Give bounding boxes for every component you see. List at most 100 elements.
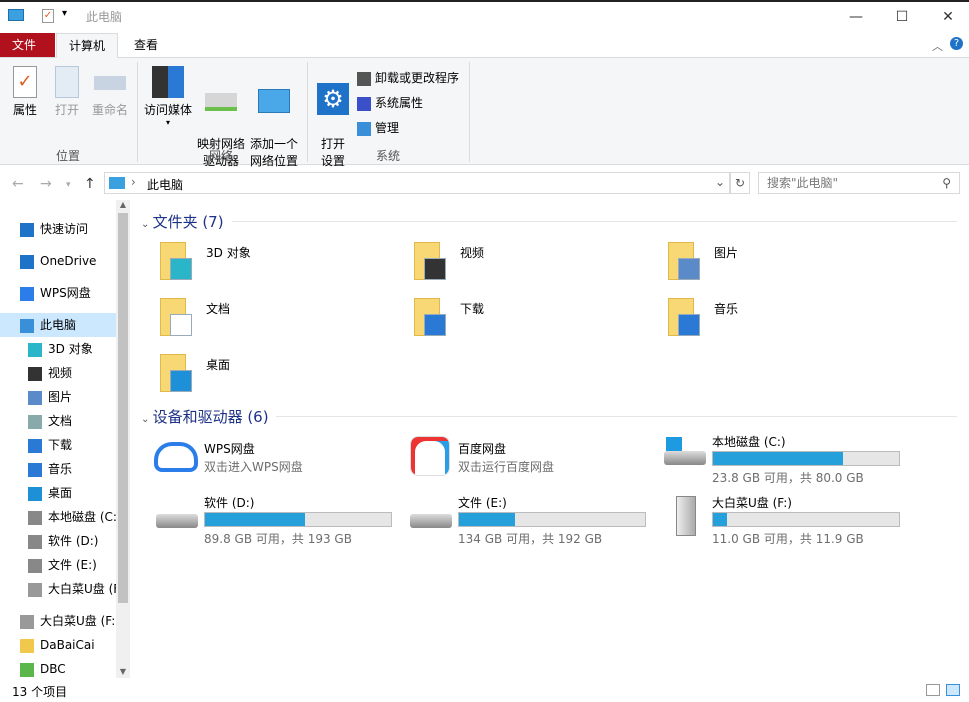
sidebar-item-icon bbox=[28, 463, 42, 477]
sidebar-item[interactable]: 下载 bbox=[0, 433, 116, 457]
folder-item[interactable]: 文档 bbox=[158, 296, 398, 346]
folder-label: 下载 bbox=[460, 300, 484, 317]
uninstall-label: 卸载或更改程序 bbox=[375, 71, 459, 85]
open-label: 打开 bbox=[50, 102, 84, 119]
sidebar-item-label: 图片 bbox=[48, 390, 72, 404]
sidebar-item-icon bbox=[28, 415, 42, 429]
search-input[interactable]: 搜索"此电脑"⚲ bbox=[758, 172, 960, 194]
folder-item[interactable]: 下载 bbox=[412, 296, 652, 346]
drive-item[interactable]: 大白菜U盘 (F:)11.0 GB 可用，共 11.9 GB bbox=[660, 494, 910, 544]
sidebar-scrollbar[interactable]: ▲ ▼ bbox=[116, 200, 130, 678]
group-label-network: 网络 bbox=[209, 147, 233, 164]
recent-locations-dropdown[interactable]: ▾ bbox=[66, 180, 71, 190]
sidebar-item[interactable]: 桌面 bbox=[0, 481, 116, 505]
sidebar-item[interactable]: 视频 bbox=[0, 361, 116, 385]
drive-usage-bar bbox=[458, 512, 646, 527]
manage-button[interactable]: 管理 bbox=[357, 119, 399, 136]
wps-cloud-icon bbox=[154, 442, 198, 472]
refresh-button[interactable]: ↻ bbox=[730, 172, 750, 194]
folders-section-header[interactable]: ⌄ 文件夹 (7) bbox=[141, 211, 224, 232]
sidebar-item-label: 文档 bbox=[48, 414, 72, 428]
sidebar-item-label: DaBaiCai bbox=[40, 638, 95, 652]
sidebar-item[interactable]: 大白菜U盘 (F:) bbox=[0, 577, 116, 601]
open-settings-button[interactable]: ⚙ 打开 设置 bbox=[316, 66, 350, 170]
tab-file[interactable]: 文件 bbox=[0, 33, 55, 57]
sidebar-item[interactable]: 此电脑 bbox=[0, 313, 116, 337]
window-title: 此电脑 bbox=[86, 2, 122, 32]
rename-icon bbox=[94, 76, 126, 90]
settings-gear-icon: ⚙ bbox=[317, 83, 349, 115]
properties-qat-icon[interactable]: ✓ bbox=[42, 9, 54, 23]
folder-icon bbox=[158, 240, 194, 284]
close-button[interactable]: ✕ bbox=[925, 2, 969, 32]
sidebar-item[interactable]: 图片 bbox=[0, 385, 116, 409]
sidebar-item[interactable]: 3D 对象 bbox=[0, 337, 116, 361]
drive-name: 软件 (D:) bbox=[204, 494, 254, 511]
folder-label: 音乐 bbox=[714, 300, 738, 317]
add-network-location-label: 添加一个 网络位置 bbox=[248, 136, 300, 170]
drive-item[interactable]: 本地磁盘 (C:)23.8 GB 可用，共 80.0 GB bbox=[660, 433, 910, 483]
drive-item[interactable]: 百度网盘双击运行百度网盘 bbox=[406, 440, 656, 490]
folder-icon bbox=[412, 296, 448, 340]
tab-view[interactable]: 查看 bbox=[122, 33, 170, 57]
uninstall-program-button[interactable]: 卸载或更改程序 bbox=[357, 69, 459, 86]
maximize-button[interactable]: ☐ bbox=[879, 2, 925, 32]
sidebar-item[interactable]: DBC bbox=[0, 657, 116, 678]
drive-item[interactable]: 文件 (E:)134 GB 可用，共 192 GB bbox=[406, 494, 656, 544]
scrollbar-thumb[interactable] bbox=[118, 213, 128, 603]
sidebar-item-icon bbox=[20, 615, 34, 629]
large-icons-view-button[interactable] bbox=[946, 684, 960, 696]
sidebar-item-label: OneDrive bbox=[40, 254, 96, 268]
folder-item[interactable]: 3D 对象 bbox=[158, 240, 398, 290]
drive-item[interactable]: 软件 (D:)89.8 GB 可用，共 193 GB bbox=[152, 494, 402, 544]
sidebar-item-label: 音乐 bbox=[48, 462, 72, 476]
sidebar-item-icon bbox=[28, 487, 42, 501]
hard-drive-icon bbox=[664, 451, 706, 465]
details-view-button[interactable] bbox=[926, 684, 940, 696]
help-icon[interactable]: ? bbox=[950, 37, 963, 50]
address-bar[interactable]: › 此电脑 ⌄ bbox=[104, 172, 730, 194]
tab-computer[interactable]: 计算机 bbox=[56, 33, 118, 58]
folder-item[interactable]: 图片 bbox=[666, 240, 906, 290]
group-label-location: 位置 bbox=[56, 147, 80, 164]
sidebar-item-label: 此电脑 bbox=[40, 318, 76, 332]
qat-dropdown-icon[interactable]: ▾ bbox=[62, 8, 67, 19]
properties-button[interactable]: ✓ 属性 bbox=[8, 66, 42, 119]
sidebar-item[interactable]: 音乐 bbox=[0, 457, 116, 481]
minimize-button[interactable]: — bbox=[833, 2, 879, 32]
folder-item[interactable]: 视频 bbox=[412, 240, 652, 290]
sidebar-item[interactable]: OneDrive bbox=[0, 249, 116, 273]
uninstall-icon bbox=[357, 72, 371, 86]
open-button[interactable]: 打开 bbox=[50, 66, 84, 119]
network-location-icon bbox=[258, 89, 290, 113]
up-button[interactable]: ↑ bbox=[84, 176, 96, 192]
drives-header-label: 设备和驱动器 (6) bbox=[153, 408, 269, 426]
sidebar-item[interactable]: 文件 (E:) bbox=[0, 553, 116, 577]
back-button[interactable]: ← bbox=[12, 176, 24, 192]
sidebar-item[interactable]: 大白菜U盘 (F:) bbox=[0, 609, 116, 633]
system-properties-button[interactable]: 系统属性 bbox=[357, 94, 423, 111]
forward-button[interactable]: → bbox=[40, 176, 52, 192]
sidebar-item[interactable]: DaBaiCai bbox=[0, 633, 116, 657]
folder-icon bbox=[412, 240, 448, 284]
folder-item[interactable]: 音乐 bbox=[666, 296, 906, 346]
manage-label: 管理 bbox=[375, 121, 399, 135]
sidebar-item[interactable]: 快速访问 bbox=[0, 217, 116, 241]
sidebar-item-icon bbox=[28, 583, 42, 597]
collapse-ribbon-icon[interactable]: ︿ bbox=[932, 38, 943, 54]
access-media-button[interactable]: 访问媒体▾ bbox=[142, 66, 194, 127]
sidebar-item-icon bbox=[20, 663, 34, 677]
sidebar-item[interactable]: 文档 bbox=[0, 409, 116, 433]
sidebar-item[interactable]: WPS网盘 bbox=[0, 281, 116, 305]
add-network-location-button[interactable]: 添加一个 网络位置 bbox=[248, 66, 300, 170]
sidebar-item[interactable]: 软件 (D:) bbox=[0, 529, 116, 553]
address-dropdown-icon[interactable]: ⌄ bbox=[715, 175, 725, 189]
access-media-label: 访问媒体 bbox=[142, 102, 194, 119]
sidebar-item[interactable]: 本地磁盘 (C:) bbox=[0, 505, 116, 529]
rename-button[interactable]: 重命名 bbox=[90, 66, 130, 119]
drive-usage-bar bbox=[712, 512, 900, 527]
drives-section-header[interactable]: ⌄ 设备和驱动器 (6) bbox=[141, 406, 269, 427]
drive-item[interactable]: WPS网盘双击进入WPS网盘 bbox=[152, 440, 402, 490]
breadcrumb-this-pc[interactable]: 此电脑 bbox=[147, 176, 183, 193]
folder-item[interactable]: 桌面 bbox=[158, 352, 398, 402]
